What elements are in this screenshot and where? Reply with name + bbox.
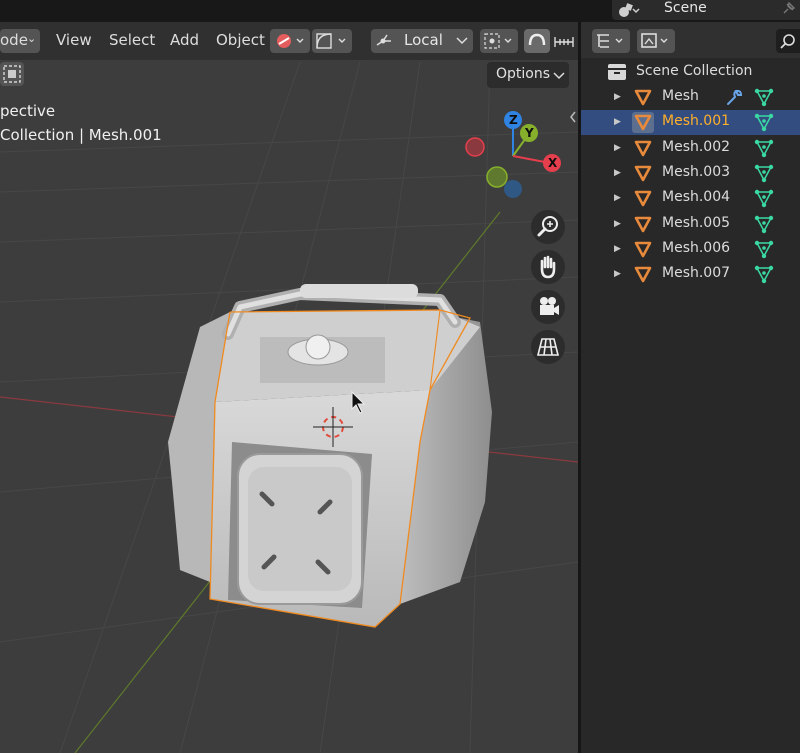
gizmo-z-label: Z	[509, 113, 518, 127]
outliner-item-row[interactable]: ▶ Mesh.006	[581, 237, 800, 262]
mesh-object-icon	[634, 140, 652, 156]
mesh-object-icon	[634, 165, 652, 182]
view-layer-icon	[641, 33, 668, 48]
outliner-item-label: Mesh	[662, 88, 699, 104]
snap-increment-toggle[interactable]	[552, 29, 576, 53]
negative-z-handle	[504, 180, 522, 198]
options-label: Options	[496, 66, 551, 82]
expand-arrow-icon[interactable]: ▶	[614, 269, 621, 279]
camera-button[interactable]	[531, 290, 565, 324]
mesh-data-icon[interactable]	[753, 239, 775, 260]
proportional-edit-toggle[interactable]	[524, 29, 550, 53]
chevron-down-icon	[456, 37, 468, 45]
mesh-data-icon[interactable]	[753, 163, 775, 184]
mesh-object-icon	[632, 112, 654, 134]
mesh-object-icon	[634, 241, 652, 258]
scene-collection-label: Scene Collection	[636, 63, 753, 79]
scene-icon[interactable]	[618, 2, 640, 18]
wrench-icon[interactable]	[724, 88, 744, 107]
mesh-data-icon[interactable]	[753, 264, 775, 285]
camera-icon	[540, 297, 559, 315]
expand-arrow-icon[interactable]: ▶	[614, 244, 621, 254]
outliner-item-label: Mesh.002	[662, 138, 731, 155]
zoom-button[interactable]	[531, 210, 565, 244]
menu-view[interactable]: View	[56, 31, 92, 49]
outliner-item-label: Mesh.004	[662, 189, 731, 206]
crate-model	[168, 284, 492, 628]
outliner-search-field[interactable]	[776, 29, 800, 53]
expand-arrow-icon[interactable]: ▶	[614, 219, 621, 229]
zoom-icon	[537, 216, 558, 237]
expand-arrow-icon[interactable]: ▶	[614, 193, 621, 203]
outliner-item-row[interactable]: ▶ Mesh.002	[581, 136, 800, 161]
view-name: pective	[0, 102, 56, 120]
expand-arrow-icon[interactable]: ▶	[614, 117, 621, 127]
pin-icon[interactable]	[780, 1, 796, 17]
grid-icon	[536, 338, 560, 356]
editor-type-dropdown[interactable]	[592, 29, 630, 53]
mesh-data-icon[interactable]	[753, 87, 775, 108]
menu-object[interactable]: Object	[216, 31, 265, 49]
expand-arrow-icon[interactable]: ▶	[614, 168, 621, 178]
outliner-item-row[interactable]: ▶ Mesh.003	[581, 161, 800, 186]
pan-button[interactable]	[531, 250, 565, 284]
outliner-editor-icon	[597, 34, 623, 48]
collection-path: Collection | Mesh.001	[0, 126, 162, 144]
transform-pivot-dropdown[interactable]	[270, 29, 310, 53]
negative-y-handle	[486, 166, 508, 188]
options-dropdown[interactable]: Options	[487, 62, 569, 88]
outliner-item-label: Mesh.001	[662, 113, 731, 130]
mode-label: ode	[0, 31, 28, 49]
pivot-point-icon	[484, 33, 512, 49]
snap-dropdown[interactable]	[312, 29, 352, 53]
mesh-object-icon	[634, 216, 652, 232]
orientation-icon	[376, 34, 391, 46]
outliner-item-row[interactable]: ▶ Mesh.007	[581, 262, 800, 287]
outliner-item-row[interactable]: ▶ Mesh.004	[581, 186, 800, 211]
select-box-tool[interactable]	[0, 62, 24, 86]
select-box-icon	[3, 65, 21, 83]
display-mode-dropdown[interactable]	[637, 29, 675, 53]
mesh-data-icon[interactable]	[753, 188, 775, 209]
search-icon	[780, 34, 795, 49]
outliner-item-row[interactable]: ▶ Mesh.005	[581, 212, 800, 237]
outliner-item-label: Mesh.005	[662, 214, 731, 231]
mesh-object-icon	[634, 89, 652, 106]
negative-x-handle	[465, 137, 485, 157]
mesh-data-icon[interactable]	[753, 112, 775, 133]
scene-collection-row[interactable]: Scene Collection	[581, 60, 800, 85]
pivot-point-dropdown[interactable]	[480, 29, 518, 53]
mesh-data-icon[interactable]	[753, 138, 775, 159]
mesh-object-icon	[634, 266, 652, 283]
orientation-dropdown[interactable]: Local	[371, 29, 473, 53]
outliner-item-label: Mesh.003	[662, 163, 731, 180]
menu-add[interactable]: Add	[170, 31, 199, 49]
snap-icon	[316, 33, 346, 49]
outliner-item-row[interactable]: ▶ Mesh	[581, 85, 800, 110]
chevron-down-icon: ⌄	[27, 32, 37, 45]
outliner-item-label: Mesh.007	[662, 265, 731, 282]
gizmo-x-label: X	[548, 156, 558, 170]
gizmo-y-label: Y	[525, 126, 534, 140]
magnet-icon	[528, 33, 546, 46]
mesh-object-icon	[634, 190, 652, 207]
pivot-icon	[277, 34, 304, 48]
increment-icon	[554, 37, 574, 47]
scene-name: Scene	[664, 0, 707, 16]
outliner-item-row[interactable]: ▶ Mesh.001	[581, 110, 800, 136]
hand-icon	[540, 255, 556, 279]
outliner-item-label: Mesh.006	[662, 239, 731, 256]
mesh-data-icon[interactable]	[753, 214, 775, 235]
collapse-sidebar-icon[interactable]	[568, 110, 578, 124]
chevron-down-icon	[553, 72, 565, 80]
scene-collection-icon	[608, 64, 626, 80]
expand-arrow-icon[interactable]: ▶	[614, 143, 621, 153]
expand-arrow-icon[interactable]: ▶	[614, 92, 621, 102]
menu-select[interactable]: Select	[109, 31, 155, 49]
orientation-label: Local	[404, 31, 443, 49]
perspective-toggle-button[interactable]	[531, 330, 565, 364]
